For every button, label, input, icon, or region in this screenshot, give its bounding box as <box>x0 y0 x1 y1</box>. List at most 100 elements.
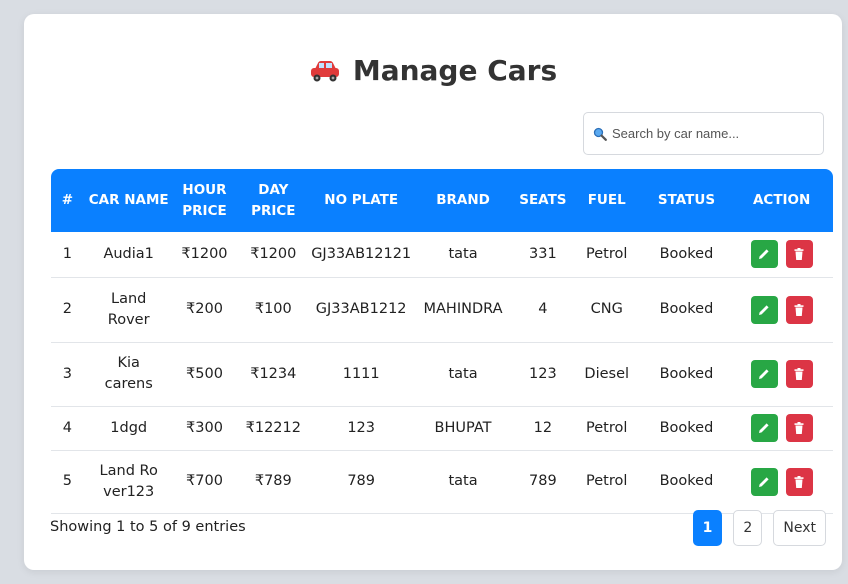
next-button[interactable]: Next <box>773 510 826 546</box>
cell-car-name: 1dgd <box>83 406 174 451</box>
cell-hour-price: ₹700 <box>173 450 236 514</box>
cell-day-price: ₹100 <box>235 277 312 343</box>
cell-fuel: Petrol <box>570 450 643 514</box>
col-header-seats: SEATS <box>519 192 567 208</box>
cell-seats: 789 <box>514 450 571 514</box>
edit-button[interactable] <box>750 414 778 442</box>
col-header-num: # <box>61 192 74 208</box>
search-box[interactable] <box>583 112 824 155</box>
table-row: 5 Land Rover123 ₹700 ₹789 789 tata 789 P… <box>51 450 833 514</box>
cell-seats: 331 <box>514 232 571 278</box>
pencil-icon <box>759 423 769 433</box>
cell-num: 3 <box>51 342 84 407</box>
cell-num: 5 <box>51 450 84 514</box>
delete-button[interactable] <box>785 295 813 324</box>
page-title-text: Manage Cars <box>352 54 558 87</box>
cell-brand: tata <box>411 232 515 278</box>
trash-icon <box>794 248 804 261</box>
col-header-day-price: DAY PRICE <box>251 181 296 219</box>
cell-car-name: Land Rover <box>83 277 174 343</box>
cell-action <box>730 450 833 514</box>
cell-action <box>730 277 833 343</box>
cell-brand: tata <box>411 450 515 514</box>
cell-action <box>730 232 833 278</box>
cell-day-price: ₹1200 <box>235 232 312 278</box>
cell-brand: MAHINDRA <box>411 277 515 343</box>
col-header-brand: BRAND <box>436 192 490 208</box>
pencil-icon <box>759 249 769 260</box>
cell-status: Booked <box>642 277 731 343</box>
cell-brand: tata <box>411 342 515 407</box>
page-1-button[interactable]: 1 <box>692 510 723 546</box>
car-name-text: Land Rover <box>107 290 150 328</box>
table-row: 4 1dgd ₹300 ₹12212 123 BHUPAT 12 Petrol … <box>51 406 833 451</box>
cell-no-plate: 1111 <box>311 342 412 407</box>
col-header-no-plate: NO PLATE <box>324 192 399 208</box>
trash-icon <box>794 368 804 380</box>
cell-no-plate: 123 <box>311 406 412 451</box>
edit-button[interactable] <box>750 467 778 496</box>
trash-icon <box>794 422 804 434</box>
entries-info: Showing 1 to 5 of 9 entries <box>50 519 246 535</box>
cell-status: Booked <box>642 450 731 514</box>
delete-button[interactable] <box>785 240 813 269</box>
car-name-text: Kia carens <box>104 355 153 392</box>
car-name-text: Land Rover123 <box>99 462 158 500</box>
cell-status: Booked <box>642 406 731 451</box>
col-header-car-name: CAR NAME <box>88 192 169 208</box>
cell-fuel: CNG <box>570 277 643 343</box>
edit-button[interactable] <box>750 240 778 269</box>
table-header-row: # CAR NAME HOUR PRICE DAY PRICE NO PLATE… <box>51 169 833 232</box>
cell-no-plate: 789 <box>311 450 412 514</box>
pencil-icon <box>759 369 769 379</box>
cell-hour-price: ₹500 <box>173 342 236 407</box>
search-input[interactable] <box>612 126 823 141</box>
pagination: 1 2 Next <box>692 510 826 546</box>
cell-hour-price: ₹1200 <box>173 232 236 278</box>
delete-button[interactable] <box>785 360 813 388</box>
cell-seats: 12 <box>514 406 571 451</box>
edit-button[interactable] <box>750 295 778 324</box>
cell-no-plate: GJ33AB1212 <box>311 277 412 343</box>
cell-action <box>730 406 833 451</box>
cell-car-name: Audia1 <box>83 232 174 278</box>
cell-brand: BHUPAT <box>411 406 515 451</box>
cell-car-name: Kia carens <box>83 342 174 407</box>
table-row: 3 Kia carens ₹500 ₹1234 1111 tata 123 Di… <box>51 342 833 407</box>
cell-action <box>730 342 833 407</box>
pencil-icon <box>759 476 769 487</box>
table-row: 2 Land Rover ₹200 ₹100 GJ33AB1212 MAHIND… <box>51 277 833 343</box>
manage-cars-card: Manage Cars # CAR NAME HOUR PRICE DAY PR… <box>24 14 842 570</box>
col-header-status: STATUS <box>657 192 716 208</box>
cell-status: Booked <box>642 342 731 407</box>
col-header-action: ACTION <box>752 192 811 208</box>
cell-seats: 4 <box>514 277 571 343</box>
cell-fuel: Diesel <box>570 342 643 407</box>
cell-car-name: Land Rover123 <box>83 450 174 514</box>
edit-button[interactable] <box>750 360 778 388</box>
page-title: Manage Cars <box>24 54 842 87</box>
cell-seats: 123 <box>514 342 571 407</box>
cell-day-price: ₹1234 <box>235 342 312 407</box>
search-icon <box>593 127 607 141</box>
col-header-hour-price: HOUR PRICE <box>182 181 227 219</box>
cell-num: 2 <box>51 277 84 343</box>
cell-num: 4 <box>51 406 84 451</box>
trash-icon <box>794 303 804 316</box>
cell-day-price: ₹12212 <box>235 406 312 451</box>
car-icon <box>310 60 339 81</box>
cell-num: 1 <box>51 232 84 278</box>
cell-no-plate: GJ33AB12121 <box>311 232 412 278</box>
trash-icon <box>794 475 804 488</box>
cell-day-price: ₹789 <box>235 450 312 514</box>
delete-button[interactable] <box>785 467 813 496</box>
cars-table: # CAR NAME HOUR PRICE DAY PRICE NO PLATE… <box>51 169 833 514</box>
cell-fuel: Petrol <box>570 406 643 451</box>
cell-fuel: Petrol <box>570 232 643 278</box>
cell-hour-price: ₹300 <box>173 406 236 451</box>
cell-status: Booked <box>642 232 731 278</box>
col-header-fuel: FUEL <box>587 192 626 208</box>
pencil-icon <box>759 304 769 315</box>
delete-button[interactable] <box>785 414 813 442</box>
page-2-button[interactable]: 2 <box>733 510 763 546</box>
